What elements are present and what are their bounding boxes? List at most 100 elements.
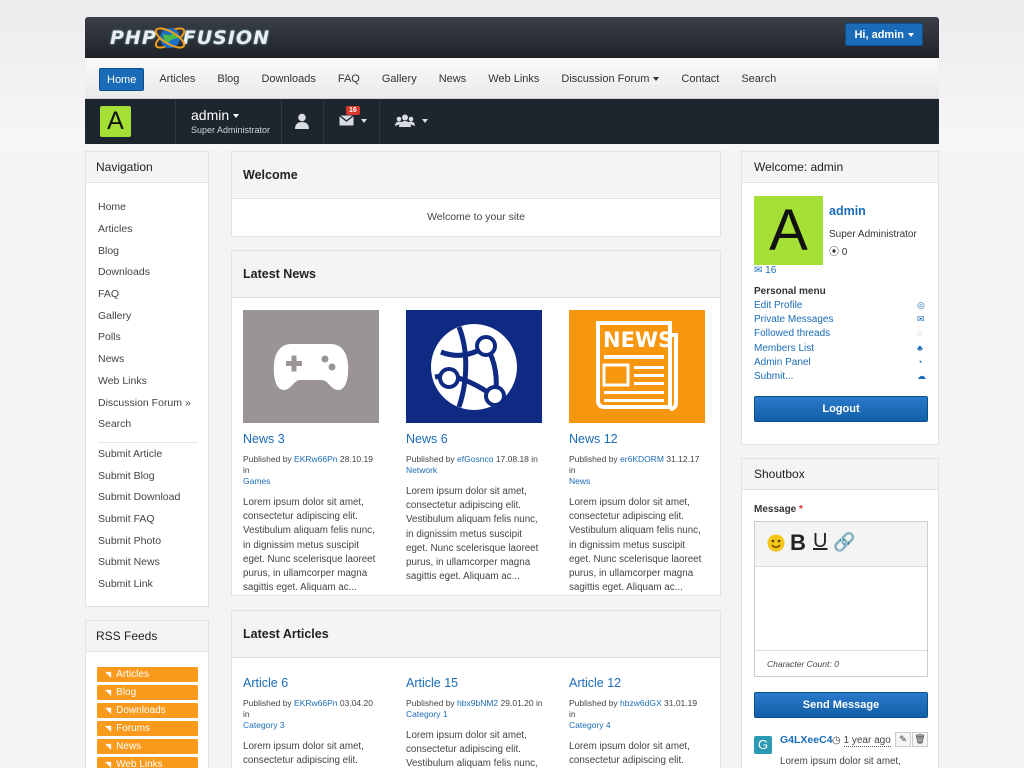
personal-menu-title: Personal menu [754, 286, 826, 297]
profile-name-link[interactable]: admin [829, 204, 866, 218]
news-title[interactable]: News 12 [569, 432, 706, 446]
category-link[interactable]: Category 3 [243, 720, 285, 730]
article-item: Article 15 Published by hbx9bNM2 29.01.2… [406, 667, 543, 768]
article-title[interactable]: Article 6 [243, 676, 380, 690]
news-title[interactable]: News 3 [243, 432, 380, 446]
rss-weblinks-button[interactable]: ◥ Web Links [97, 757, 198, 768]
left-nav-submit-news[interactable]: Submit News [98, 556, 160, 568]
nav-search[interactable]: Search [734, 68, 783, 91]
envelope-icon[interactable] [339, 115, 354, 126]
left-nav-news[interactable]: News [98, 353, 124, 365]
author-link[interactable]: EKRw66Pn [294, 454, 337, 464]
left-nav-submit-link[interactable]: Submit Link [98, 578, 153, 590]
link-icon[interactable]: 🔗 [833, 532, 855, 553]
article-title[interactable]: Article 12 [569, 676, 706, 690]
left-nav-submit-faq[interactable]: Submit FAQ [98, 513, 155, 525]
avatar[interactable]: A [100, 106, 131, 137]
site-logo[interactable]: PHP FUSION [110, 22, 270, 54]
author-link[interactable]: hbzw6dGX [620, 698, 662, 708]
divider [323, 99, 324, 144]
rss-downloads-button[interactable]: ◥ Downloads [97, 703, 198, 718]
edit-profile-link[interactable]: Edit Profile [754, 300, 802, 311]
author-link[interactable]: efGosnco [457, 454, 493, 464]
left-nav-faq[interactable]: FAQ [98, 288, 119, 300]
left-nav-weblinks[interactable]: Web Links [98, 375, 147, 387]
nav-forum[interactable]: Discussion Forum [554, 68, 666, 91]
smiley-icon[interactable] [767, 534, 785, 552]
users-group-icon[interactable] [395, 114, 415, 127]
rss-forums-button[interactable]: ◥ Forums [97, 721, 198, 736]
private-messages-link[interactable]: Private Messages [754, 314, 833, 325]
message-textarea[interactable] [755, 567, 927, 651]
user-menu[interactable]: admin [191, 107, 240, 123]
rss-news-button[interactable]: ◥ News [97, 739, 198, 754]
logout-button[interactable]: Logout [754, 396, 928, 422]
user-profile-icon[interactable] [295, 113, 309, 129]
nav-articles[interactable]: Articles [152, 68, 202, 91]
nav-weblinks[interactable]: Web Links [481, 68, 546, 91]
article-excerpt: Lorem ipsum dolor sit amet, consectetur … [243, 741, 364, 767]
left-nav-home[interactable]: Home [98, 201, 126, 213]
nav-downloads-label: Downloads [261, 73, 316, 85]
messages-count-link[interactable]: ✉ 16 [754, 265, 776, 276]
left-nav-blog[interactable]: Blog [98, 245, 119, 257]
nav-blog[interactable]: Blog [210, 68, 246, 91]
news-thumbnail[interactable] [243, 310, 379, 423]
send-message-button[interactable]: Send Message [754, 692, 928, 718]
nav-downloads[interactable]: Downloads [254, 68, 322, 91]
published-label: Published by [569, 698, 618, 708]
category-link[interactable]: Category 4 [569, 720, 611, 730]
news-thumbnail[interactable] [406, 310, 542, 423]
author-link[interactable]: er6KDORM [620, 454, 664, 464]
avatar[interactable]: G [754, 736, 772, 754]
news-item: News 6 Published by efGosnco 17.08.18 in… [406, 310, 543, 584]
left-nav-submit-blog[interactable]: Submit Blog [98, 470, 155, 482]
underline-icon[interactable]: U [813, 530, 827, 553]
news-title[interactable]: News 6 [406, 432, 543, 446]
admin-panel-link[interactable]: Admin Panel [754, 357, 811, 368]
trash-icon[interactable]: 🗑 [912, 732, 928, 747]
left-nav-search[interactable]: Search [98, 418, 131, 430]
followed-threads-link[interactable]: Followed threads [754, 328, 830, 339]
nav-gallery-label: Gallery [381, 73, 417, 85]
bold-icon[interactable]: B [790, 530, 806, 556]
left-nav-downloads[interactable]: Downloads [98, 266, 150, 278]
caret-down-icon [422, 119, 428, 123]
article-title[interactable]: Article 15 [406, 676, 543, 690]
category-link[interactable]: News [569, 476, 590, 486]
left-nav-forum[interactable]: Discussion Forum » [98, 397, 191, 409]
navigation-panel: Navigation Home Articles Blog Downloads … [85, 151, 209, 607]
comment-icon: ◌ [917, 328, 923, 338]
divider [379, 99, 380, 144]
left-nav-polls[interactable]: Polls [98, 331, 121, 343]
left-nav-submit-photo[interactable]: Submit Photo [98, 535, 161, 547]
left-nav-submit-download[interactable]: Submit Download [98, 491, 180, 503]
left-nav-articles[interactable]: Articles [98, 223, 132, 235]
left-nav-submit-article[interactable]: Submit Article [98, 448, 162, 460]
shout-user-link[interactable]: G4LXeeC4 [780, 734, 833, 746]
author-link[interactable]: EKRw66Pn [294, 698, 337, 708]
author-link[interactable]: hbx9bNM2 [457, 698, 498, 708]
category-link[interactable]: Games [243, 476, 270, 486]
members-list-link[interactable]: Members List [754, 343, 814, 354]
nav-news[interactable]: News [432, 68, 474, 91]
category-link[interactable]: Network [406, 465, 437, 475]
news-thumbnail[interactable]: NEWS [569, 310, 705, 423]
edit-icon[interactable]: ✎ [895, 732, 911, 747]
user-dropdown-button[interactable]: Hi, admin [845, 23, 923, 46]
nav-faq[interactable]: FAQ [331, 68, 367, 91]
nav-contact[interactable]: Contact [674, 68, 726, 91]
nav-home[interactable]: Home [99, 68, 145, 91]
nav-gallery[interactable]: Gallery [375, 68, 424, 91]
avatar[interactable]: A [754, 196, 823, 265]
welcome-panel: Welcome Welcome to your site [231, 151, 721, 237]
category-link[interactable]: Category 1 [406, 709, 448, 719]
submit-link[interactable]: Submit... [754, 371, 793, 382]
panel-title: Welcome: admin [742, 152, 938, 183]
rss-articles-button[interactable]: ◥ Articles [97, 667, 198, 682]
rss-blog-button[interactable]: ◥ Blog [97, 685, 198, 700]
left-nav-gallery[interactable]: Gallery [98, 310, 131, 322]
user-name: admin [191, 107, 230, 123]
article-meta: Published by EKRw66Pn 03.04.20 in Categor… [243, 698, 380, 731]
logo-text-left: PHP [110, 27, 157, 49]
